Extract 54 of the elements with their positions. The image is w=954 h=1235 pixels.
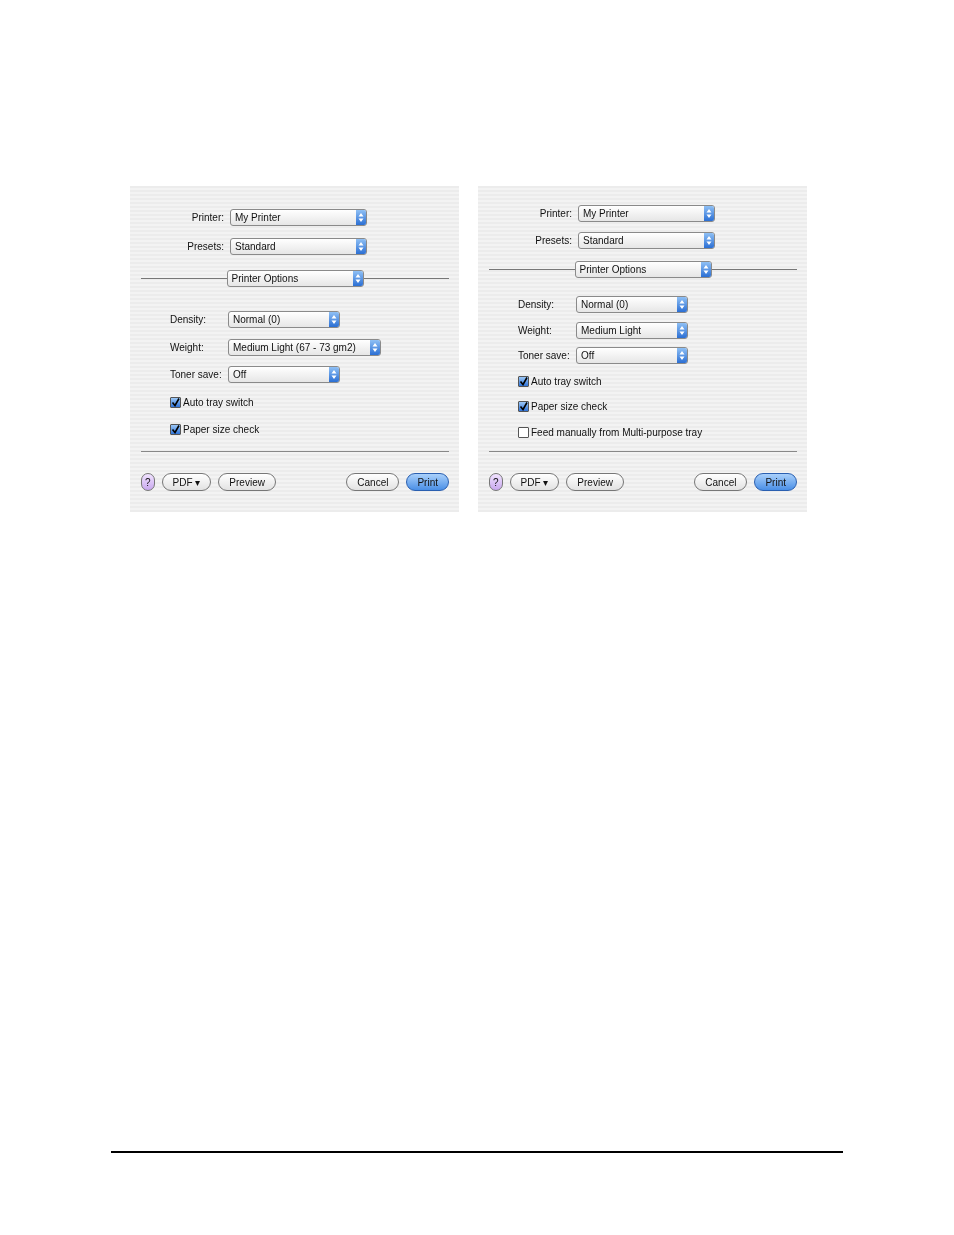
dialog-button[interactable]: Preview (566, 473, 624, 491)
checkbox[interactable] (518, 401, 529, 413)
field-label: Presets: (534, 235, 572, 246)
field-label: Presets: (186, 241, 224, 252)
checkbox[interactable] (518, 375, 529, 387)
popup-menu[interactable]: Standard (578, 232, 715, 249)
popup-menu[interactable]: My Printer (578, 205, 715, 222)
popup-menu[interactable]: Printer Options (226, 269, 364, 287)
checkbox-label: Auto tray switch (531, 375, 602, 387)
popup-menu[interactable]: Medium Light (67 - 73 gm2) (228, 338, 381, 356)
checkbox[interactable] (170, 424, 181, 436)
stepper-arrows-icon (677, 348, 687, 364)
popup-menu[interactable]: Standard (230, 238, 367, 255)
field-label: Weight: (170, 341, 205, 353)
checkbox[interactable] (170, 396, 181, 408)
checkbox[interactable] (518, 426, 529, 438)
checkbox-label: Paper size check (183, 424, 260, 436)
popup-menu[interactable]: Normal (0) (228, 311, 340, 329)
dialog-button[interactable]: Cancel (694, 473, 748, 491)
checkbox-label: Auto tray switch (183, 396, 254, 408)
stepper-arrows-icon (352, 270, 363, 286)
stepper-arrows-icon (329, 312, 339, 328)
stepper-arrows-icon (677, 297, 687, 313)
dialog-button[interactable]: PDF ▾ (509, 473, 560, 491)
stepper-arrows-icon (369, 339, 380, 355)
popup-menu[interactable]: Medium Light (576, 321, 688, 339)
stepper-arrows-icon (329, 367, 339, 383)
stepper-arrows-icon (700, 261, 711, 277)
dialog-button[interactable]: Cancel (346, 473, 400, 491)
field-label: Printer: (190, 212, 224, 223)
stepper-arrows-icon (704, 206, 714, 221)
field-label: Printer: (538, 208, 572, 219)
stepper-arrows-icon (356, 210, 366, 225)
help-button[interactable]: ? (141, 473, 155, 491)
help-button[interactable]: ? (489, 473, 503, 491)
dialog-button[interactable]: Print (754, 473, 797, 491)
stepper-arrows-icon (704, 233, 714, 248)
popup-menu[interactable]: Normal (0) (576, 296, 688, 314)
stepper-arrows-icon (356, 239, 366, 254)
field-label: Weight: (518, 324, 553, 336)
dialog-button[interactable]: PDF ▾ (161, 473, 212, 491)
popup-menu[interactable]: Printer Options (574, 260, 712, 278)
popup-menu[interactable]: My Printer (230, 209, 367, 226)
field-label: Toner save: (518, 350, 571, 362)
field-label: Density: (170, 314, 208, 326)
field-label: Density: (518, 299, 556, 311)
checkbox-label: Feed manually from Multi-purpose tray (531, 426, 703, 438)
checkbox-label: Paper size check (531, 401, 608, 413)
dialog-button[interactable]: Print (406, 473, 449, 491)
popup-menu[interactable]: Off (576, 347, 688, 365)
stepper-arrows-icon (677, 322, 687, 338)
dialog-button[interactable]: Preview (218, 473, 276, 491)
popup-menu[interactable]: Off (228, 366, 340, 384)
field-label: Toner save: (170, 369, 223, 381)
